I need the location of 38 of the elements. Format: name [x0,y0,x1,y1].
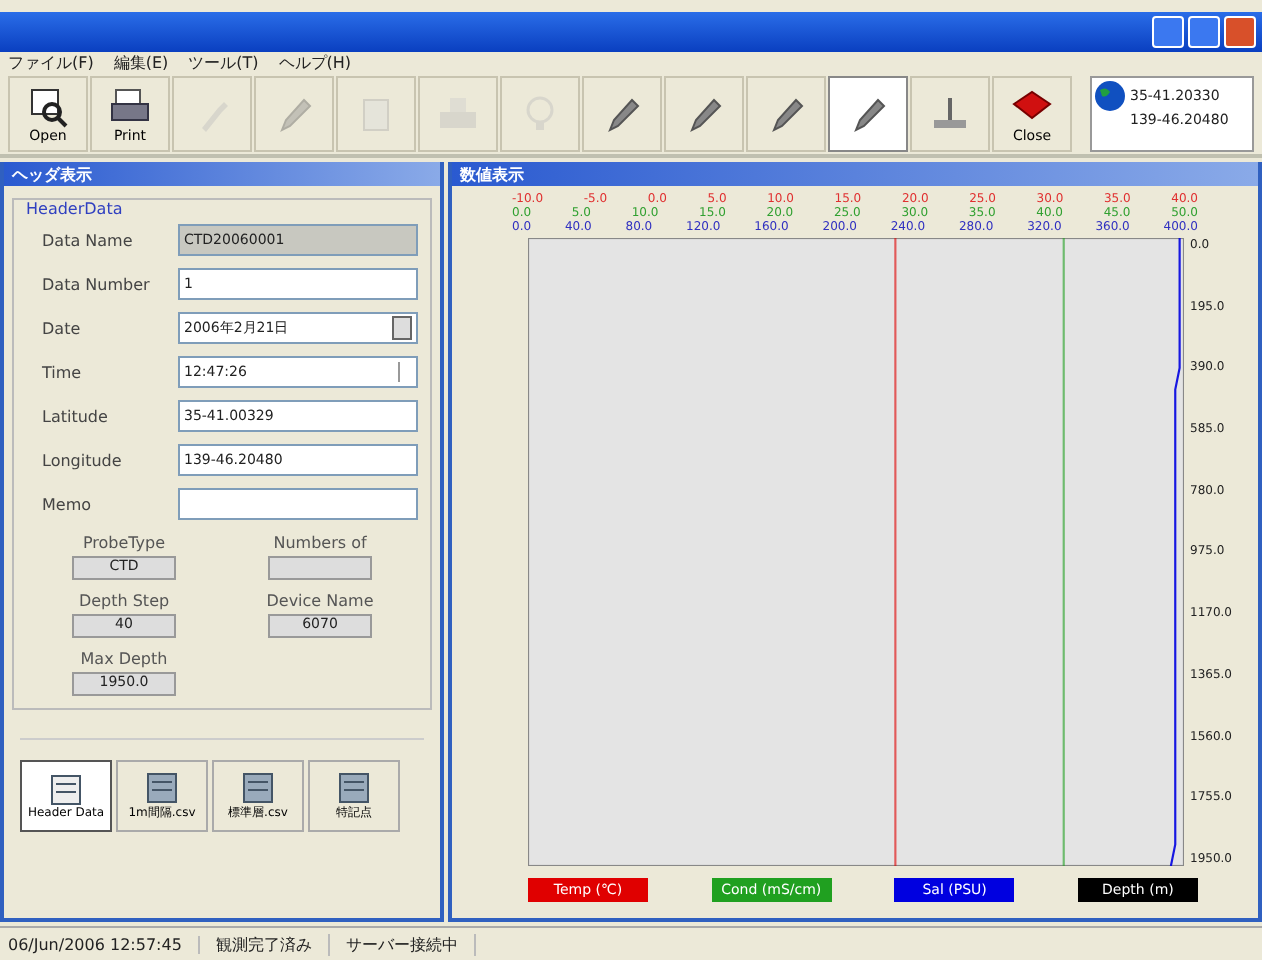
status-text: サーバー接続中 [345,933,476,955]
info-value [268,556,372,580]
field-label: Memo [40,495,94,513]
info-label: Numbers of [273,534,367,552]
panel-title: 数値表示 [452,162,1258,186]
field-label: Data Number [40,275,152,293]
document-icon [242,771,274,803]
field-label: Data Name [40,231,135,249]
globe-icon [1094,80,1126,112]
magnifier-icon [26,84,70,128]
maximize-button[interactable] [1188,16,1220,48]
field-label: Longitude [40,451,124,469]
toolbar-button[interactable] [910,76,990,152]
close-button[interactable] [1224,16,1256,48]
document-icon [338,771,370,803]
menu-item[interactable]: ファイル(F) [8,52,94,74]
document-icon [146,771,178,803]
minimize-button[interactable] [1152,16,1184,48]
info-label: Depth Step [78,592,170,610]
toolbar-button[interactable] [582,76,662,152]
toolbar-button[interactable] [664,76,744,152]
info-label: ProbeType [82,534,166,552]
document-icon [50,773,82,805]
field-label: Date [40,319,83,337]
menu-item[interactable]: 編集(E) [113,52,169,74]
field-label: Time [40,363,84,381]
info-label: Max Depth [80,650,168,668]
field-label: Latitude [40,407,110,425]
menu-item[interactable]: ヘルプ(H) [278,52,352,74]
input-field[interactable] [178,488,418,520]
group-label: HeaderData [26,200,123,218]
status-text: 06/Jun/2006 12:57:45 [8,935,200,953]
menu-item[interactable]: ツール(T) [188,52,259,74]
panel-title: ヘッダ表示 [4,162,440,186]
toolbar-button[interactable] [746,76,826,152]
toolbar-button[interactable] [828,76,908,152]
status-text: 観測完了済み [215,933,330,955]
info-label: Device Name [266,592,374,610]
